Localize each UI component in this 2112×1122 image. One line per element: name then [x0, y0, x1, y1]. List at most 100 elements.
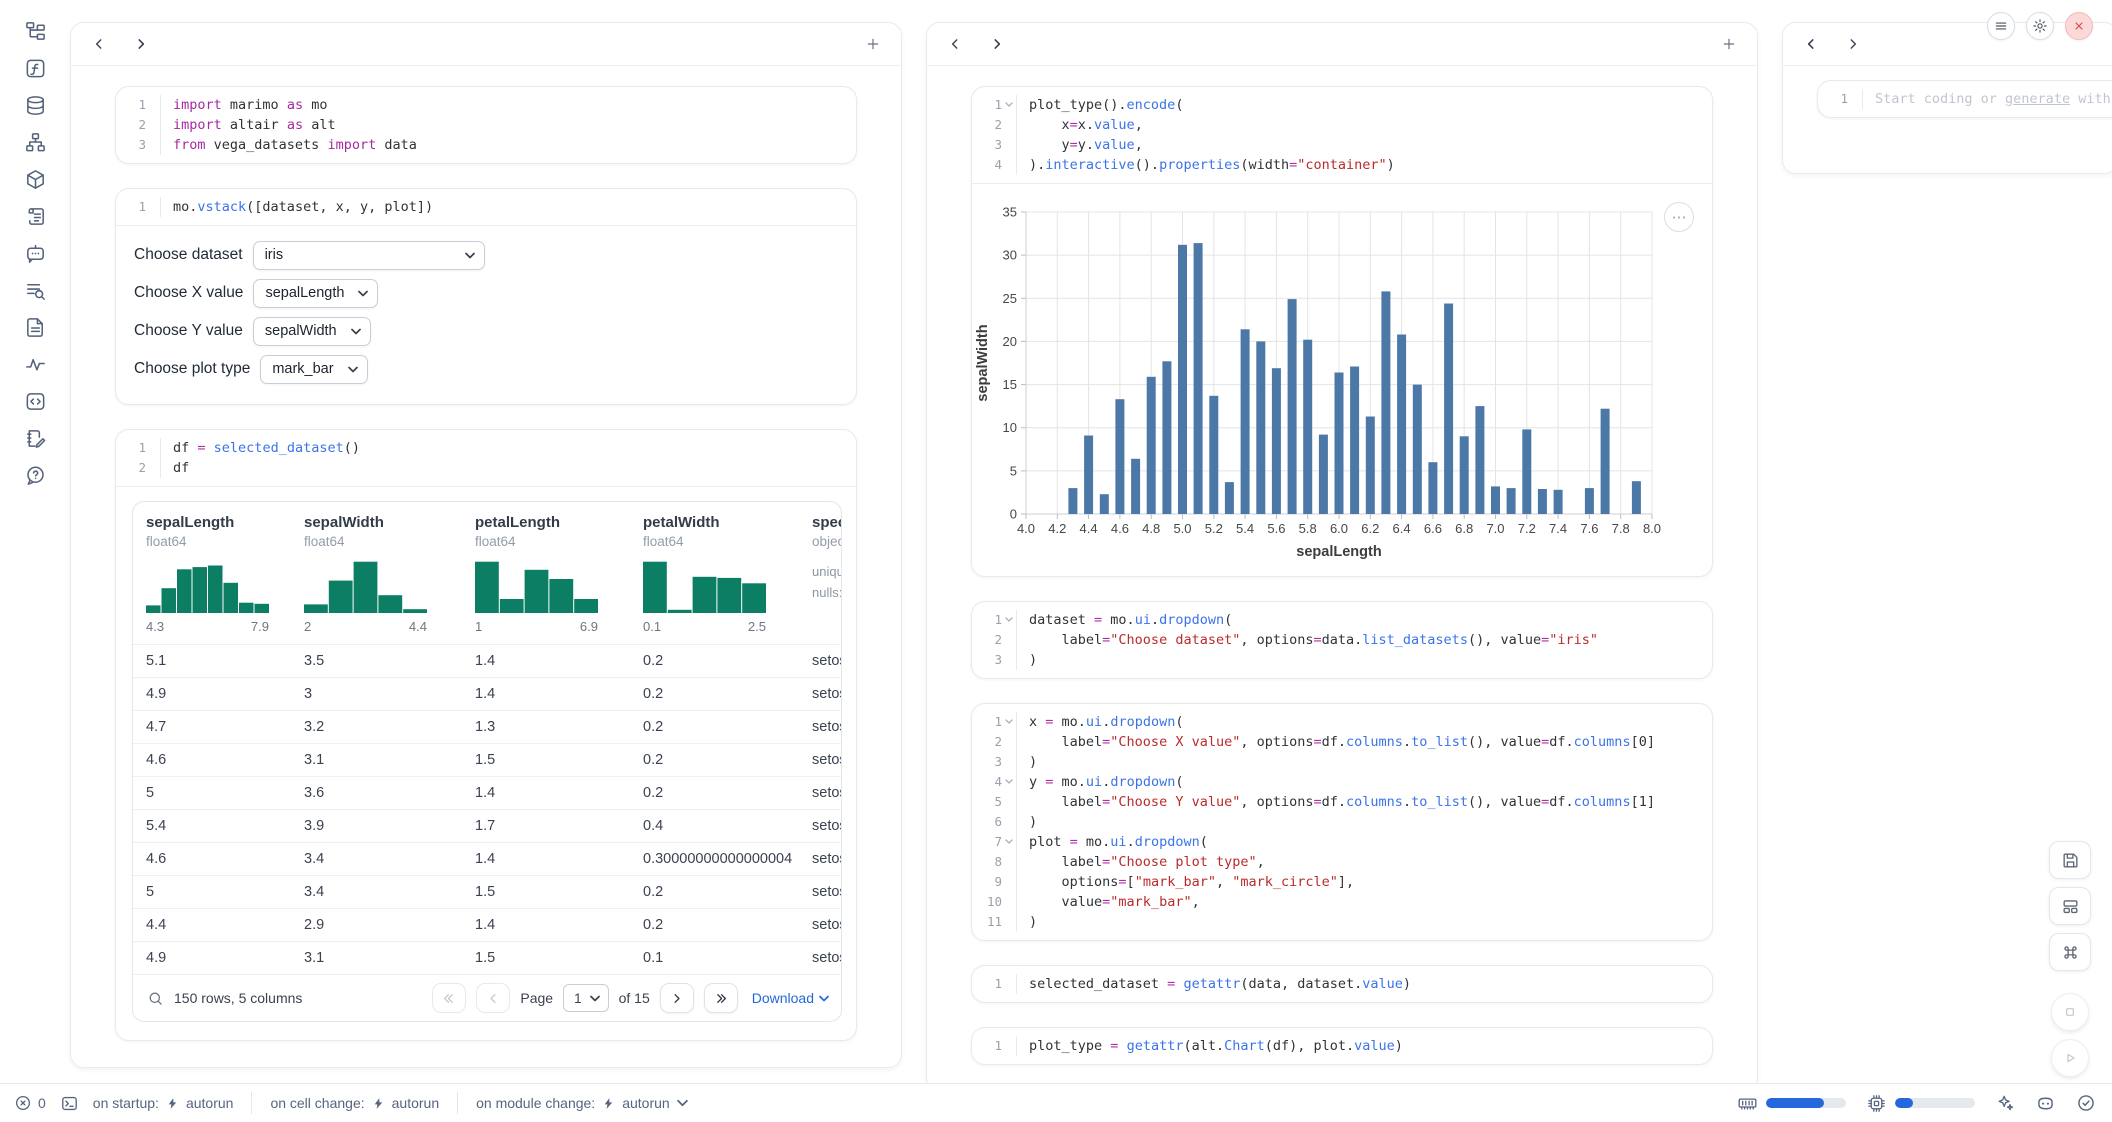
svg-text:6.8: 6.8 [1455, 521, 1473, 536]
table-row[interactable]: 5.43.91.70.4setos [133, 809, 841, 842]
stop-execution-button[interactable] [2051, 993, 2089, 1031]
scratchpad-icon[interactable] [23, 390, 47, 413]
mode-label: on cell change: [270, 1095, 364, 1111]
table-summary: 150 rows, 5 columns [174, 990, 302, 1006]
svg-text:6.4: 6.4 [1393, 521, 1411, 536]
code-editor[interactable]: 1df = selected_dataset()2df [116, 430, 856, 486]
code-editor[interactable]: 1mo.vstack([dataset, x, y, plot]) [116, 189, 856, 225]
terminal-button[interactable] [60, 1094, 79, 1113]
download-button[interactable]: Download [752, 990, 829, 1006]
shutdown-close-button[interactable] [2065, 12, 2093, 40]
ai-sparkles-button[interactable] [1995, 1093, 2015, 1113]
column-header-petalWidth[interactable]: petalWidthfloat640.12.5 [630, 514, 799, 644]
functions-icon[interactable] [23, 57, 47, 80]
notes-edit-icon[interactable] [23, 427, 47, 450]
table-footer: 150 rows, 5 columns Page 1 [133, 974, 841, 1021]
code-editor[interactable]: 1x = mo.ui.dropdown(2 label="Choose X va… [972, 704, 1712, 940]
first-page-button[interactable] [432, 983, 466, 1013]
snippets-icon[interactable] [23, 316, 47, 339]
table-row[interactable]: 53.61.40.2setos [133, 776, 841, 809]
dependency-graph-icon[interactable] [23, 131, 47, 154]
prev-column-button[interactable] [89, 34, 109, 54]
prev-column-button[interactable] [1801, 34, 1821, 54]
copilot-button[interactable] [2035, 1093, 2056, 1114]
column-header-sepalLength[interactable]: sepalLengthfloat644.37.9 [133, 514, 291, 644]
table-row[interactable]: 4.42.91.40.2setos [133, 908, 841, 941]
control-label: Choose plot type [134, 360, 250, 378]
column-header-speci[interactable]: speciobjecuniqunulls: [799, 514, 842, 644]
table-row[interactable]: 53.41.50.2setos [133, 875, 841, 908]
plot-cell: 1plot_type().encode(2 x=x.value,3 y=y.va… [971, 86, 1713, 577]
next-page-button[interactable] [660, 983, 694, 1013]
next-column-button[interactable] [987, 34, 1007, 54]
choose-plot-type-select[interactable]: mark_bar [260, 355, 367, 384]
table-search-button[interactable] [147, 990, 164, 1007]
on-startup-mode-toggle[interactable]: on startup: autorun [93, 1095, 234, 1111]
svg-text:6.0: 6.0 [1330, 521, 1348, 536]
prev-page-button[interactable] [476, 983, 510, 1013]
svg-text:25: 25 [1003, 291, 1017, 306]
code-editor[interactable]: 1selected_dataset = getattr(data, datase… [972, 966, 1712, 1002]
choose-x-value-select[interactable]: sepalLength [253, 279, 378, 308]
cpu-usage [1866, 1093, 1975, 1114]
packages-icon[interactable] [23, 168, 47, 191]
download-label: Download [752, 990, 814, 1006]
logs-icon[interactable] [23, 205, 47, 228]
add-cell-button[interactable] [1719, 34, 1739, 54]
last-page-button[interactable] [704, 983, 738, 1013]
add-cell-button[interactable] [863, 34, 883, 54]
dataset-dropdown-cell: 1dataset = mo.ui.dropdown(2 label="Choos… [971, 601, 1713, 679]
table-body: 5.13.51.40.2setos4.931.40.2setos4.73.21.… [133, 644, 841, 974]
menu-button[interactable] [1987, 12, 2015, 40]
svg-text:4.6: 4.6 [1111, 521, 1129, 536]
table-row[interactable]: 4.63.11.50.2setos [133, 743, 841, 776]
code-editor[interactable]: 1import marimo as mo2import altair as al… [116, 87, 856, 163]
error-count-badge[interactable]: 0 [14, 1094, 46, 1112]
table-row[interactable]: 4.93.11.50.1setos [133, 941, 841, 974]
on-cell-change-mode-toggle[interactable]: on cell change: autorun [270, 1095, 439, 1111]
vstack-cell: 1mo.vstack([dataset, x, y, plot]) Choose… [115, 188, 857, 405]
tracing-icon[interactable] [23, 353, 47, 376]
table-row[interactable]: 4.931.40.2setos [133, 677, 841, 710]
column-header-sepalWidth[interactable]: sepalWidthfloat6424.4 [291, 514, 462, 644]
on-module-change-mode-toggle[interactable]: on module change: autorun [476, 1095, 688, 1111]
svg-text:6.6: 6.6 [1424, 521, 1442, 536]
code-editor[interactable]: 1plot_type = getattr(alt.Chart(df), plot… [972, 1028, 1712, 1064]
connection-status-button[interactable] [2076, 1093, 2096, 1113]
choose-dataset-select[interactable]: iris [253, 241, 485, 270]
outline-search-icon[interactable] [23, 279, 47, 302]
control-row: Choose X valuesepalLength [134, 278, 838, 308]
svg-text:4.8: 4.8 [1142, 521, 1160, 536]
file-tree-icon[interactable] [23, 20, 47, 43]
prev-column-button[interactable] [945, 34, 965, 54]
help-icon[interactable] [23, 464, 47, 487]
code-editor[interactable]: 1plot_type().encode(2 x=x.value,3 y=y.va… [972, 87, 1712, 183]
code-editor[interactable]: 1Start coding or generate with [1818, 81, 2112, 117]
lightning-icon [372, 1096, 385, 1111]
column-histogram [146, 559, 291, 613]
table-row[interactable]: 4.63.41.40.30000000000000004setos [133, 842, 841, 875]
table-row[interactable]: 5.13.51.40.2setos [133, 644, 841, 677]
ai-chat-icon[interactable] [23, 242, 47, 265]
panel-layout-button[interactable] [2049, 887, 2091, 925]
svg-text:sepalWidth: sepalWidth [975, 324, 991, 401]
choose-y-value-select[interactable]: sepalWidth [253, 317, 371, 346]
save-button[interactable] [2049, 841, 2091, 879]
table-row[interactable]: 4.73.21.30.2setos [133, 710, 841, 743]
page-select[interactable]: 1 [563, 984, 609, 1012]
chart-actions-button[interactable]: ⋯ [1664, 202, 1694, 232]
datasources-icon[interactable] [23, 94, 47, 117]
keyboard-shortcuts-button[interactable] [2049, 933, 2091, 971]
column-header-petalLength[interactable]: petalLengthfloat6416.9 [462, 514, 630, 644]
sepal-bar-chart[interactable]: 051015202530354.04.24.44.64.85.05.25.45.… [972, 188, 1712, 570]
code-editor[interactable]: 1dataset = mo.ui.dropdown(2 label="Choos… [972, 602, 1712, 678]
next-column-button[interactable] [1843, 34, 1863, 54]
next-column-button[interactable] [131, 34, 151, 54]
separator [457, 1092, 458, 1114]
imports-cell: 1import marimo as mo2import altair as al… [115, 86, 857, 164]
control-row: Choose plot type mark_bar [134, 354, 838, 384]
right-column: 1Start coding or generate with [1782, 22, 2112, 174]
settings-gear-button[interactable] [2026, 12, 2054, 40]
dataframe-output: sepalLengthfloat644.37.9sepalWidthfloat6… [116, 487, 856, 1040]
run-all-button[interactable] [2051, 1039, 2089, 1077]
